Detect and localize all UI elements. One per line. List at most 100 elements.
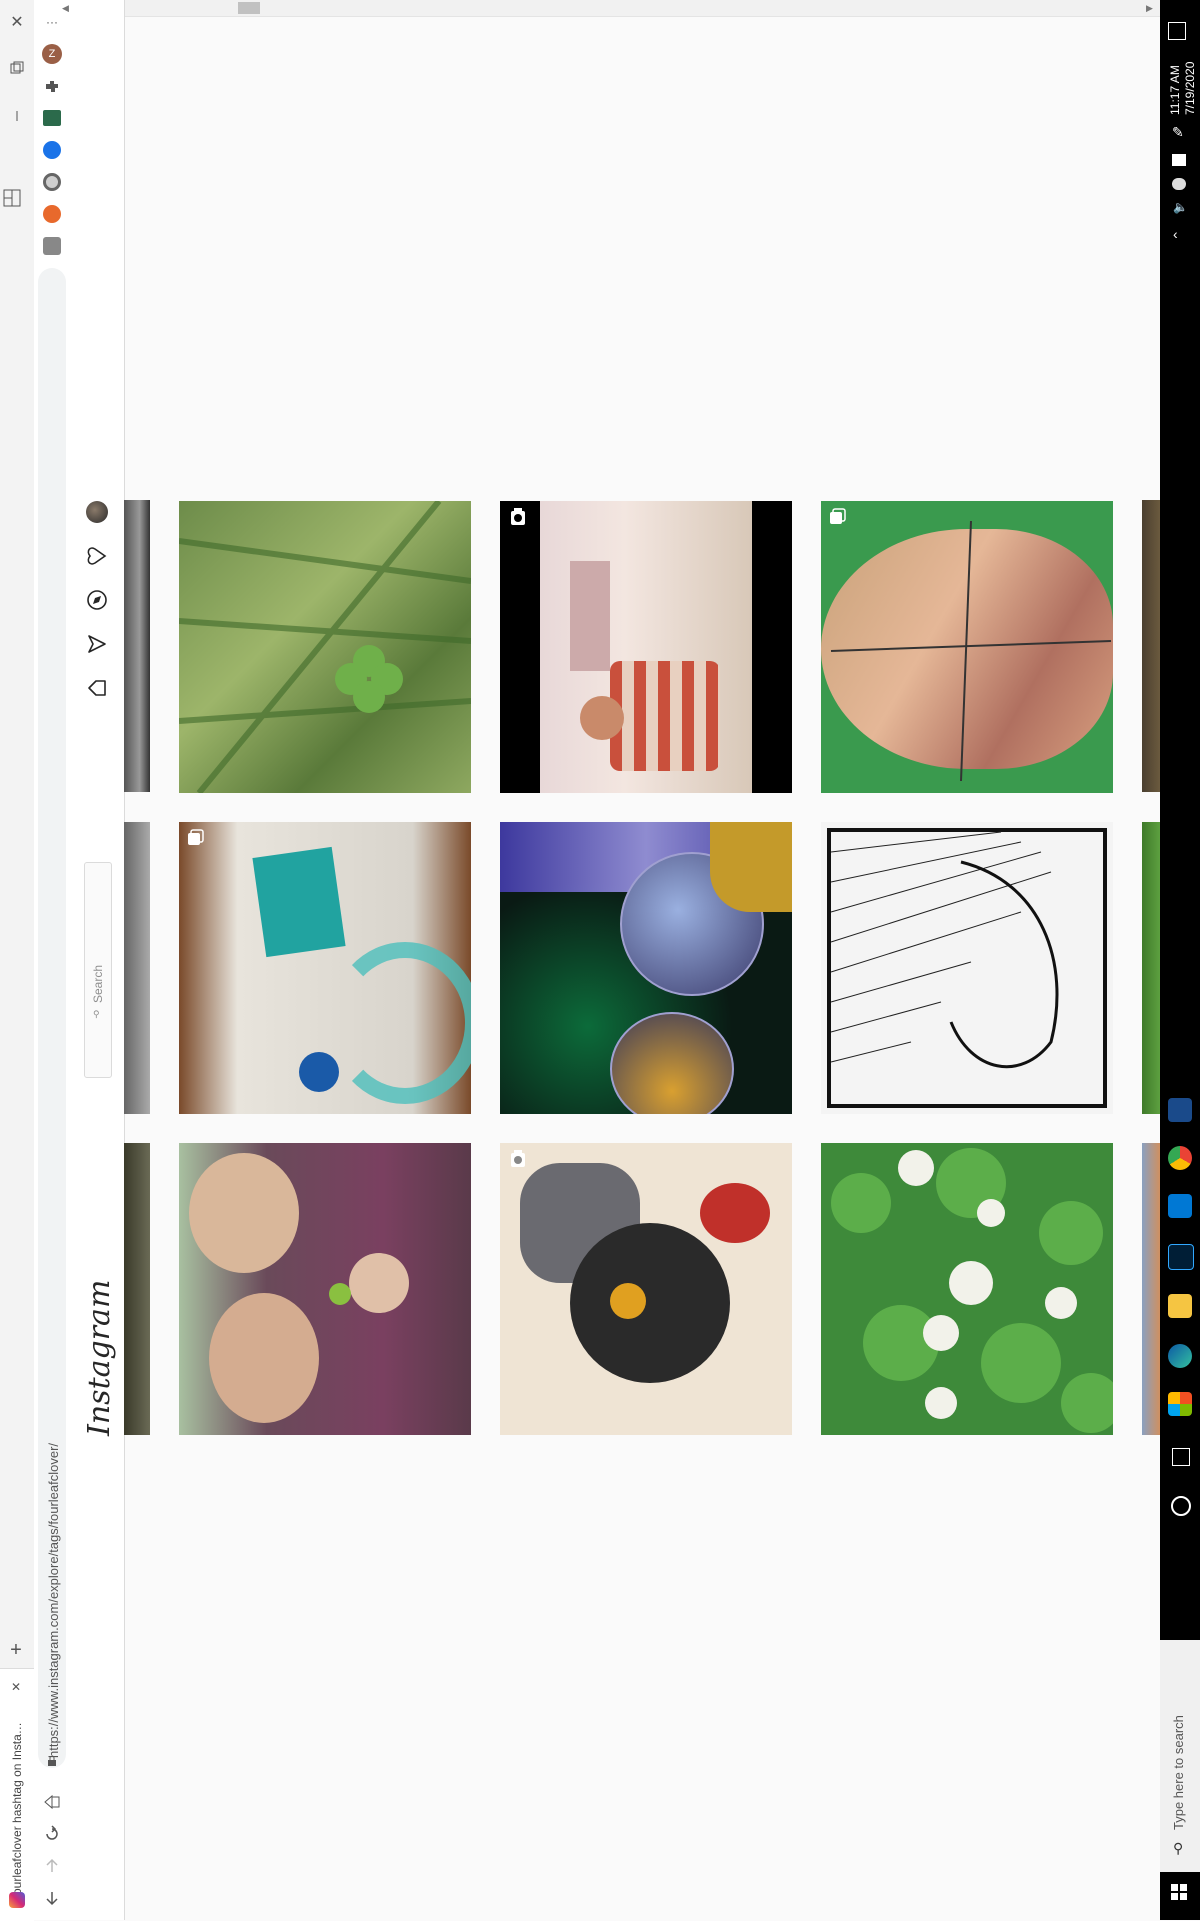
cloud-icon[interactable] (1172, 178, 1186, 190)
minimize-icon[interactable] (5, 104, 29, 128)
scroll-left-arrow-icon[interactable]: ◀ (62, 3, 69, 14)
profile-avatar[interactable]: Z (42, 44, 62, 64)
extension-blue-icon[interactable] (43, 141, 61, 159)
close-icon: ✕ (10, 1680, 22, 1694)
refresh-button[interactable] (40, 1822, 64, 1846)
dropbox-icon[interactable] (1172, 154, 1186, 166)
tab-title: #fourleafclover hashtag on Insta… (10, 1722, 24, 1905)
video-camera-icon (508, 1149, 528, 1169)
collage-cut-lines (830, 520, 1112, 782)
face-shape (580, 696, 624, 740)
hair-shape (570, 1223, 730, 1383)
post-tile[interactable] (179, 501, 471, 793)
glass-bowl-shape (329, 942, 471, 1104)
extensions-icon[interactable] (43, 78, 61, 96)
multiple-photos-icon (185, 828, 205, 848)
partial-post-left[interactable] (124, 822, 150, 1114)
chevron-up-icon[interactable]: ‹ (1173, 226, 1178, 242)
face-shape (189, 1153, 299, 1273)
post-tile[interactable] (179, 822, 471, 1114)
clover-illustration (179, 501, 471, 793)
pen-icon[interactable]: ✎ (1172, 124, 1184, 141)
extension-chart-icon[interactable] (43, 110, 61, 126)
brass-stand-shape (710, 822, 792, 912)
more-icon: ··· (46, 15, 58, 29)
home-button[interactable] (40, 1790, 64, 1814)
browser-toolbar: ··· Z https://www.instagram.com/explore/… (34, 0, 71, 1920)
collections-icon[interactable] (0, 186, 24, 210)
teal-card-shape (252, 846, 346, 958)
taskbar-search-box[interactable]: Type here to search ⚲ (1160, 1640, 1200, 1872)
volume-icon[interactable]: 🔈 (1173, 200, 1188, 214)
partial-post-right[interactable] (1142, 500, 1160, 792)
horizontal-scrollbar[interactable]: ◀ ▶ (62, 0, 1160, 17)
edge-icon[interactable] (1168, 1344, 1192, 1368)
video-camera-icon (508, 507, 528, 527)
instagram-logo[interactable]: Instagram (82, 1280, 117, 1436)
home-icon[interactable] (83, 674, 111, 702)
back-button[interactable] (40, 1886, 64, 1910)
clock-date[interactable]: 7/19/2020 (1183, 62, 1197, 115)
post-tile[interactable] (821, 501, 1113, 793)
profile-avatar-icon[interactable] (83, 498, 111, 526)
address-bar[interactable]: https://www.instagram.com/explore/tags/f… (38, 268, 66, 1768)
close-icon: ✕ (10, 14, 24, 31)
face-shape (209, 1293, 319, 1423)
new-tab-button[interactable]: + (4, 1638, 28, 1662)
taskbar-search-placeholder: Type here to search (1171, 1715, 1186, 1830)
tab-close-button[interactable]: ✕ (4, 1675, 28, 1699)
photoshop-icon[interactable] (1168, 1244, 1194, 1270)
extension-orange-icon[interactable] (43, 205, 61, 223)
heart-icon[interactable] (83, 542, 111, 570)
instagram-favicon-icon (9, 1892, 25, 1908)
store-icon[interactable] (1168, 1392, 1192, 1416)
hourglass-bottom-shape (610, 1012, 734, 1114)
search-placeholder: Search (91, 964, 105, 1003)
striped-shirt-shape (610, 661, 720, 771)
post-tile[interactable] (821, 822, 1113, 1114)
scroll-right-arrow-icon[interactable]: ▶ (1146, 3, 1153, 14)
clock-time[interactable]: 11:17 AM (1168, 65, 1182, 115)
post-tile[interactable] (821, 1143, 1113, 1435)
cortana-icon[interactable] (1171, 1496, 1191, 1516)
file-explorer-icon[interactable] (1168, 1294, 1192, 1318)
search-icon: ⚲ (93, 1009, 100, 1019)
vertical-tab-strip: ✕ + ✕ #fourleafclover hashtag on Insta… (0, 0, 35, 1921)
ink-drawing (827, 828, 1107, 1108)
search-input[interactable]: Search ⚲ (84, 862, 112, 1078)
scrollbar-thumb[interactable] (238, 2, 260, 14)
clover-shape (329, 1283, 351, 1305)
extension-gray-icon[interactable] (43, 237, 61, 255)
plus-icon: + (10, 1638, 22, 1661)
partial-post-left[interactable] (124, 500, 150, 792)
multiple-photos-icon (827, 507, 847, 527)
action-center-icon[interactable] (1168, 22, 1186, 40)
explore-compass-icon[interactable] (83, 586, 111, 614)
partial-post-right[interactable] (1142, 822, 1160, 1114)
address-url: https://www.instagram.com/explore/tags/f… (46, 1442, 61, 1758)
forward-button[interactable] (40, 1854, 64, 1878)
extension-circle-icon[interactable] (43, 173, 61, 191)
post-tile[interactable] (500, 501, 792, 793)
flower-shape (610, 1283, 646, 1319)
doorway-shape (570, 561, 610, 671)
post-tile[interactable] (179, 1143, 471, 1435)
partial-post-right[interactable] (1142, 1143, 1160, 1435)
partial-post-left[interactable] (124, 1143, 150, 1435)
outlook-icon[interactable] (1168, 1194, 1192, 1218)
settings-app-icon[interactable] (1168, 1098, 1192, 1122)
tab-actions-icon[interactable] (5, 56, 29, 80)
active-tab[interactable]: ✕ #fourleafclover hashtag on Insta… (0, 1668, 34, 1921)
post-tile[interactable] (500, 822, 792, 1114)
settings-menu-button[interactable]: ··· (40, 10, 64, 34)
window-close-button[interactable]: ✕ (5, 10, 29, 34)
post-tile[interactable] (500, 1143, 792, 1435)
task-view-icon[interactable] (1172, 1448, 1190, 1466)
lock-icon (47, 1753, 57, 1766)
windows-start-icon[interactable] (1171, 1884, 1187, 1900)
direct-send-icon[interactable] (83, 630, 111, 658)
clover-flowers (831, 1148, 1113, 1433)
instagram-nav: Search ⚲ Instagram (70, 0, 125, 1920)
heart-tattoo-shape (700, 1183, 770, 1243)
chrome-icon[interactable] (1168, 1146, 1192, 1170)
